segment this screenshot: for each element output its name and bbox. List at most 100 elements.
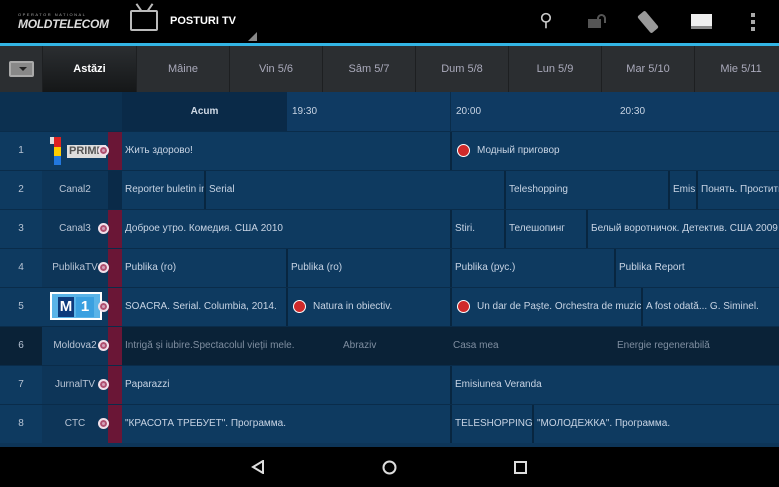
tab-day[interactable]: Dum 5/8 — [415, 46, 508, 92]
overflow-menu-icon[interactable] — [751, 13, 755, 31]
program-title: Доброе утро. Комедия. США 2010 — [125, 223, 283, 234]
program-title: Emisiunea Veranda — [455, 379, 542, 390]
moldtelecom-logo: OPERATOR NATIONAL MOLDTELECOM — [18, 12, 109, 31]
program-title: Serial — [209, 184, 235, 195]
record-icon — [98, 223, 109, 234]
program-cell[interactable]: "КРАСОТА ТРЕБУЕТ". Программа. — [98, 405, 450, 443]
program-cell[interactable]: Publika (ro) — [98, 249, 286, 287]
record-icon — [98, 418, 109, 429]
program-cell[interactable]: Модный приговор — [450, 132, 779, 170]
record-icon — [98, 379, 109, 390]
program-title: Publika (ro) — [125, 262, 177, 273]
prime-logo: PRIME — [47, 135, 106, 167]
channel-number: 6 — [18, 340, 24, 351]
program-title: Publika Report — [619, 262, 685, 273]
program-cell[interactable]: Un dar de Paște. Orchestra de muzică — [450, 288, 641, 326]
channel-number: 3 — [18, 223, 24, 234]
record-icon — [98, 145, 109, 156]
program-title: Teleshopping — [509, 184, 568, 195]
channel-row[interactable]: 3 Canal3 Доброе утро. Комедия. США 2010 Sti… — [0, 209, 779, 248]
program-title: Телешопинг — [509, 223, 565, 234]
channel-number: 2 — [18, 184, 24, 195]
now-indicator — [108, 132, 122, 170]
m1-logo: M1 — [50, 292, 102, 320]
tv-icon[interactable] — [130, 10, 158, 31]
now-indicator — [108, 210, 122, 248]
program-cell[interactable]: Casa mea — [450, 327, 614, 365]
program-title: TELESHOPPING — [455, 418, 532, 429]
program-cell[interactable]: Reporter buletin informativ — [122, 171, 204, 209]
program-cell[interactable]: SOACRA. Serial. Columbia, 2014. — [98, 288, 286, 326]
program-cell[interactable]: "МОЛОДЕЖКА". Программа. — [532, 405, 779, 443]
tab-day[interactable]: Sâm 5/7 — [322, 46, 415, 92]
channel-name[interactable]: Canal2 — [42, 171, 108, 209]
program-cell[interactable]: Stiri. — [450, 210, 504, 248]
program-cell[interactable]: Телешопинг — [504, 210, 586, 248]
now-indicator — [108, 327, 122, 365]
program-title: Reporter buletin informativ — [125, 184, 204, 195]
program-title: Модный приговор — [477, 145, 560, 156]
channel-row[interactable]: 2 Canal2 Reporter buletin informativ Serial… — [0, 170, 779, 209]
program-cell[interactable]: Energie regenerabilă — [614, 327, 779, 365]
program-cell[interactable]: Serial — [204, 171, 504, 209]
program-cell[interactable]: Publika (рус.) — [450, 249, 614, 287]
program-cell[interactable]: Понять. Простить — [696, 171, 779, 209]
tab-day[interactable]: Mâine — [136, 46, 229, 92]
channel-number: 5 — [18, 301, 24, 312]
tab-day[interactable]: Vin 5/6 — [229, 46, 322, 92]
program-cell[interactable]: Natura in obiectiv. — [286, 288, 450, 326]
channel-number: 4 — [18, 262, 24, 273]
unlock-icon[interactable] — [588, 14, 608, 28]
program-title: "МОЛОДЕЖКА". Программа. — [537, 418, 671, 429]
program-cell[interactable]: Abraziv — [340, 327, 450, 365]
tab-day[interactable]: Mie 5/11 — [694, 46, 779, 92]
program-title: Energie regenerabilă — [617, 340, 710, 351]
channel-row[interactable]: 7 JurnalTV Paparazzi Emisiunea Veranda — [0, 365, 779, 404]
program-title: Un dar de Paște. Orchestra de muzică — [477, 301, 641, 312]
channel-row[interactable]: 8 CTC "КРАСОТА ТРЕБУЕТ". Программа. TELESHO… — [0, 404, 779, 443]
program-cell[interactable]: Teleshopping — [504, 171, 668, 209]
record-icon — [98, 340, 109, 351]
program-title: Natura in obiectiv. — [313, 301, 393, 312]
timeline-header: Acum 19:30 20:00 20:30 — [0, 92, 779, 132]
channel-row[interactable]: 6 Moldova2 Intrigă și iubire.Spectacolul v… — [0, 326, 779, 365]
program-cell[interactable]: Белый воротничок. Детектив. США 2009 — [586, 210, 779, 248]
program-cell[interactable]: Publika Report — [614, 249, 779, 287]
spinner-triangle-icon[interactable] — [248, 32, 257, 41]
page-title[interactable]: POSTURI TV — [170, 15, 236, 27]
record-icon — [98, 262, 109, 273]
channel-row[interactable]: 5 M 1 SOACRA. Serial. Columbia, 2014. Natura… — [0, 287, 779, 326]
program-cell[interactable]: Emis — [668, 171, 696, 209]
search-icon[interactable]: ⚲ — [534, 10, 558, 31]
program-cell[interactable]: Intrigă și iubire.Spectacolul vieții mel… — [98, 327, 340, 365]
program-cell[interactable]: Publika (ro) — [286, 249, 450, 287]
program-cell[interactable]: A fost odată... G. Siminel. — [641, 288, 779, 326]
screen-icon[interactable] — [691, 14, 712, 29]
program-cell[interactable]: Доброе утро. Комедия. США 2010 — [98, 210, 450, 248]
back-icon[interactable] — [251, 460, 265, 474]
program-cell[interactable]: Paparazzi — [98, 366, 450, 404]
program-title: Paparazzi — [125, 379, 170, 390]
broadcast-icon — [457, 299, 470, 313]
logo-text: MOLDTELECOM — [18, 17, 109, 31]
dropdown-icon[interactable] — [9, 61, 34, 77]
timeline-now: Acum — [122, 92, 287, 132]
program-cell[interactable]: TELESHOPPING — [450, 405, 532, 443]
tab-day[interactable]: Lun 5/9 — [508, 46, 601, 92]
time-label: 19:30 — [292, 106, 318, 117]
program-title: Белый воротничок. Детектив. США 2009 — [591, 223, 778, 234]
program-title: Intrigă și iubire.Spectacolul vieții mel… — [125, 340, 295, 351]
channel-row[interactable]: 4 PublikaTV Publika (ro) Publika (ro) Publik… — [0, 248, 779, 287]
recents-icon[interactable] — [514, 461, 527, 474]
broadcast-icon — [293, 299, 306, 313]
channel-row[interactable]: 1 PRIME Жить здорово! Модный приговор — [0, 131, 779, 170]
program-cell[interactable]: Emisiunea Veranda — [450, 366, 779, 404]
program-cell[interactable]: Жить здорово! — [98, 132, 450, 170]
tab-day[interactable]: Mar 5/10 — [601, 46, 694, 92]
time-label: 20:30 — [620, 106, 646, 117]
tab-day[interactable]: Astăzi — [42, 46, 136, 92]
program-title: "КРАСОТА ТРЕБУЕТ". Программа. — [125, 418, 287, 429]
record-icon — [98, 301, 109, 312]
home-icon[interactable] — [382, 460, 397, 475]
system-nav-bar — [0, 447, 779, 487]
